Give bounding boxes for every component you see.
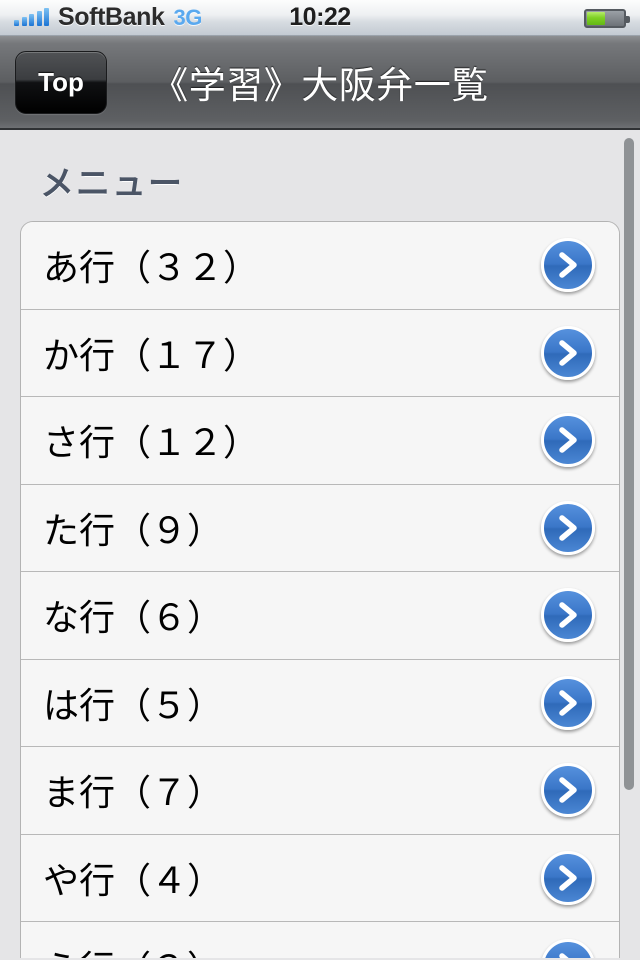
- list-item-label: ら行（３）: [21, 940, 223, 958]
- menu-list: あ行（３２） か行（１７） さ行（１２） た行（９） な行（６） は行（５） ま行（７） や行…: [20, 221, 620, 958]
- list-item-label: な行（６）: [43, 597, 224, 639]
- list-item-label: さ行（１２）: [43, 422, 260, 464]
- battery-fill: [587, 12, 605, 25]
- list-item[interactable]: は行（５）: [21, 659, 619, 747]
- battery-icon: [584, 9, 630, 28]
- clock-label: 10:22: [289, 3, 351, 31]
- phone-screen: SoftBank 3G 10:22 Top 《学習》大阪弁一覧 メニュー あ行（…: [0, 0, 640, 960]
- list-item-label: ま行（７）: [43, 772, 224, 814]
- status-bar: SoftBank 3G 10:22: [0, 0, 640, 36]
- list-item-label: や行（４）: [43, 859, 224, 901]
- list-item[interactable]: ま行（７）: [21, 747, 619, 835]
- list-item-label: は行（５）: [43, 684, 224, 726]
- chevron-right-icon[interactable]: [541, 238, 595, 293]
- list-item[interactable]: ら行（３）: [21, 922, 619, 958]
- list-item[interactable]: あ行（３２）: [21, 222, 619, 310]
- chevron-right-icon[interactable]: [541, 325, 595, 380]
- vertical-scrollbar[interactable]: [624, 138, 634, 790]
- list-item[interactable]: さ行（１２）: [21, 397, 619, 485]
- list-item[interactable]: な行（６）: [21, 572, 619, 660]
- chevron-right-icon[interactable]: [541, 763, 595, 818]
- list-item[interactable]: か行（１７）: [21, 309, 619, 397]
- section-header-menu: メニュー: [40, 165, 184, 203]
- list-item[interactable]: た行（９）: [21, 484, 619, 572]
- chevron-right-icon[interactable]: [541, 938, 595, 958]
- content-area: メニュー あ行（３２） か行（１７） さ行（１２） た行（９） な行（６） は行（５） ま行…: [0, 130, 640, 958]
- chevron-right-icon[interactable]: [541, 500, 595, 555]
- navigation-bar: Top 《学習》大阪弁一覧: [0, 36, 640, 130]
- chevron-right-icon[interactable]: [541, 675, 595, 730]
- back-button-top[interactable]: Top: [15, 50, 107, 114]
- list-item-label: た行（９）: [43, 509, 224, 551]
- back-button-label: Top: [38, 66, 84, 97]
- chevron-right-icon[interactable]: [541, 850, 595, 905]
- list-item-label: あ行（３２）: [43, 247, 260, 289]
- chevron-right-icon[interactable]: [541, 588, 595, 643]
- list-item[interactable]: や行（４）: [21, 834, 619, 922]
- list-item-label: か行（１７）: [43, 334, 260, 376]
- chevron-right-icon[interactable]: [541, 413, 595, 468]
